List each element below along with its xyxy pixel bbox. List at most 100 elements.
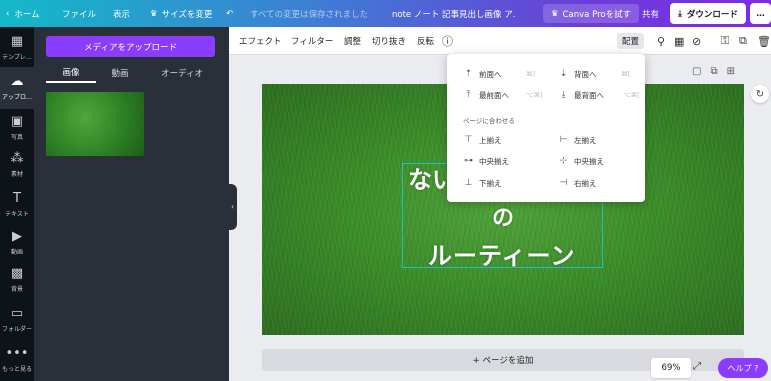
- rail-item-label: フォルダー: [1, 326, 32, 333]
- filter-button[interactable]: フィルター: [291, 27, 333, 55]
- rail-item-templates[interactable]: ▦ テンプレ…: [0, 27, 34, 69]
- align-bottom-icon: ⊥: [464, 178, 473, 188]
- info-icon[interactable]: ⓘ: [442, 27, 453, 55]
- rail-item-uploads[interactable]: ☁ アップロ…: [0, 67, 34, 109]
- rail-item-elements[interactable]: ⁂ 素材: [0, 144, 34, 186]
- shortcut-hint: ⌥⌘[: [623, 91, 640, 99]
- trash-icon[interactable]: 🗑: [757, 27, 771, 55]
- adjust-button[interactable]: 調整: [344, 27, 361, 55]
- refresh-icon[interactable]: ↻: [751, 85, 769, 103]
- menu-item-to-front[interactable]: ⤒ 最前面へ ⌥⌘]: [463, 87, 543, 103]
- menu-item-label: 中央揃え: [479, 156, 509, 166]
- try-pro-button[interactable]: ♛ Canva Proを試す: [543, 4, 640, 23]
- copy-page-icon[interactable]: ⧉: [710, 66, 717, 77]
- help-button[interactable]: ヘルプ ?: [718, 358, 768, 378]
- rail-item-label: 素材: [10, 171, 23, 178]
- duplicate-icon[interactable]: ⧉: [739, 27, 747, 55]
- menu-item-label: 最前面へ: [479, 90, 509, 100]
- rail-item-folders[interactable]: ▭ フォルダー: [0, 299, 34, 341]
- left-rail: ▦ テンプレ… ☁ アップロ… ▣ 写真 ⁂ 素材 T テキスト ▶ 動画 ▩ …: [0, 27, 34, 381]
- share-button[interactable]: 共有: [642, 0, 659, 27]
- menu-item-label: 最背面へ: [574, 90, 604, 100]
- menu-item-label: 下揃え: [479, 178, 502, 188]
- home-label: ホーム: [14, 9, 40, 20]
- uploads-panel: メディアをアップロード 画像 動画 オーディオ: [34, 27, 229, 381]
- arrange-button[interactable]: 配置: [617, 33, 645, 49]
- menu-item-align-center[interactable]: ⊹ 中央揃え: [558, 153, 604, 169]
- chevron-left-icon: ‹: [231, 203, 234, 211]
- crop-button[interactable]: 切り抜き: [372, 27, 406, 55]
- photo-icon: ▣: [10, 114, 24, 129]
- note-icon[interactable]: ▢: [692, 66, 701, 77]
- crown-icon: ♛: [150, 8, 158, 19]
- fullscreen-icon[interactable]: ⤢: [693, 361, 701, 372]
- upload-media-button[interactable]: メディアをアップロード: [46, 36, 215, 57]
- shortcut-hint: ⌘]: [526, 70, 536, 78]
- view-menu[interactable]: 表示: [113, 0, 130, 27]
- tab-images[interactable]: 画像: [46, 63, 96, 83]
- rail-item-label: 動画: [10, 249, 23, 256]
- menu-item-label: 背面へ: [574, 69, 597, 79]
- menu-item-align-right[interactable]: ⊣ 右揃え: [558, 175, 597, 191]
- undo-icon[interactable]: ↶: [226, 0, 233, 27]
- tab-videos[interactable]: 動画: [98, 63, 142, 83]
- menu-item-backward[interactable]: ⇣ 背面へ ⌘[: [558, 66, 638, 82]
- elements-icon: ⁂: [10, 151, 24, 166]
- effects-button[interactable]: エフェクト: [239, 27, 282, 55]
- menu-item-to-back[interactable]: ⤓ 最背面へ ⌥⌘[: [558, 87, 642, 103]
- tab-audio[interactable]: オーディオ: [152, 63, 212, 83]
- resize-button[interactable]: ♛ サイズを変更: [150, 0, 212, 27]
- shortcut-hint: ⌘[: [621, 70, 631, 78]
- upload-cloud-icon: ☁: [10, 74, 24, 89]
- text-icon: T: [13, 191, 21, 206]
- page-controls: ▢ ⧉ ⊞: [692, 66, 735, 77]
- crown-icon: ♛: [551, 8, 559, 19]
- paint-roller-icon[interactable]: ⚲: [657, 27, 665, 55]
- align-top-icon: ⊤: [464, 135, 473, 145]
- menu-item-align-top[interactable]: ⊤ 上揃え: [463, 132, 502, 148]
- collapse-panel-button[interactable]: ‹: [228, 184, 237, 230]
- page-text-line-3[interactable]: ルーティーン: [428, 236, 575, 271]
- chevron-left-icon: ‹: [6, 8, 10, 19]
- rail-item-photos[interactable]: ▣ 写真: [0, 107, 34, 149]
- menu-item-align-middle[interactable]: ⊶ 中央揃え: [463, 153, 509, 169]
- resize-label: サイズを変更: [161, 9, 213, 20]
- zoom-level[interactable]: 69%: [651, 358, 691, 378]
- align-middle-icon: ⊶: [464, 156, 473, 166]
- menu-item-forward[interactable]: ⇡ 前面へ ⌘]: [463, 66, 543, 82]
- rail-item-label: テンプレ…: [2, 54, 32, 61]
- align-center-icon: ⊹: [559, 156, 568, 166]
- template-icon: ▦: [10, 34, 24, 49]
- lock-icon[interactable]: ⚿: [721, 27, 729, 55]
- menu-item-label: 右揃え: [574, 178, 597, 188]
- document-title[interactable]: note ノート 記事見出し画像 ア.: [392, 0, 515, 27]
- try-pro-label: Canva Proを試す: [562, 9, 632, 20]
- arrange-menu: ⇡ 前面へ ⌘] ⇣ 背面へ ⌘[ ⤒ 最前面へ ⌥⌘] ⤓ 最背面へ ⌥⌘[ …: [447, 54, 645, 202]
- uploaded-image-thumbnail[interactable]: [46, 92, 144, 156]
- link-icon[interactable]: ⊘: [692, 27, 701, 55]
- menu-item-align-left[interactable]: ⊢ 左揃え: [558, 132, 597, 148]
- top-bar: ‹ ホーム ファイル 表示 ♛ サイズを変更 ↶ すべての変更は保存されました …: [0, 0, 771, 27]
- rail-item-background[interactable]: ▩ 背景: [0, 259, 34, 301]
- home-button[interactable]: ‹ ホーム: [6, 0, 40, 27]
- folder-icon: ▭: [10, 306, 24, 321]
- rail-item-video[interactable]: ▶ 動画: [0, 222, 34, 264]
- menu-item-label: 前面へ: [479, 69, 502, 79]
- add-page-icon[interactable]: ⊞: [727, 66, 735, 77]
- more-options-button[interactable]: …: [750, 3, 771, 24]
- align-right-icon: ⊣: [559, 178, 568, 188]
- more-icon: •••: [5, 346, 29, 361]
- download-button[interactable]: ⤓ ダウンロード: [670, 3, 746, 24]
- download-label: ダウンロード: [686, 9, 738, 20]
- menu-item-align-bottom[interactable]: ⊥ 下揃え: [463, 175, 502, 191]
- menu-item-label: 左揃え: [574, 135, 597, 145]
- file-menu[interactable]: ファイル: [62, 0, 96, 27]
- layer-to-back-icon: ⤓: [561, 90, 566, 100]
- transparency-icon[interactable]: ▦: [674, 27, 684, 55]
- background-icon: ▩: [10, 266, 24, 281]
- page-text-line-2[interactable]: の: [492, 200, 514, 232]
- flip-button[interactable]: 反転: [417, 27, 434, 55]
- download-icon: ⤓: [678, 8, 682, 19]
- rail-item-more[interactable]: ••• もっと見る: [0, 339, 34, 381]
- rail-item-text[interactable]: T テキスト: [0, 184, 34, 226]
